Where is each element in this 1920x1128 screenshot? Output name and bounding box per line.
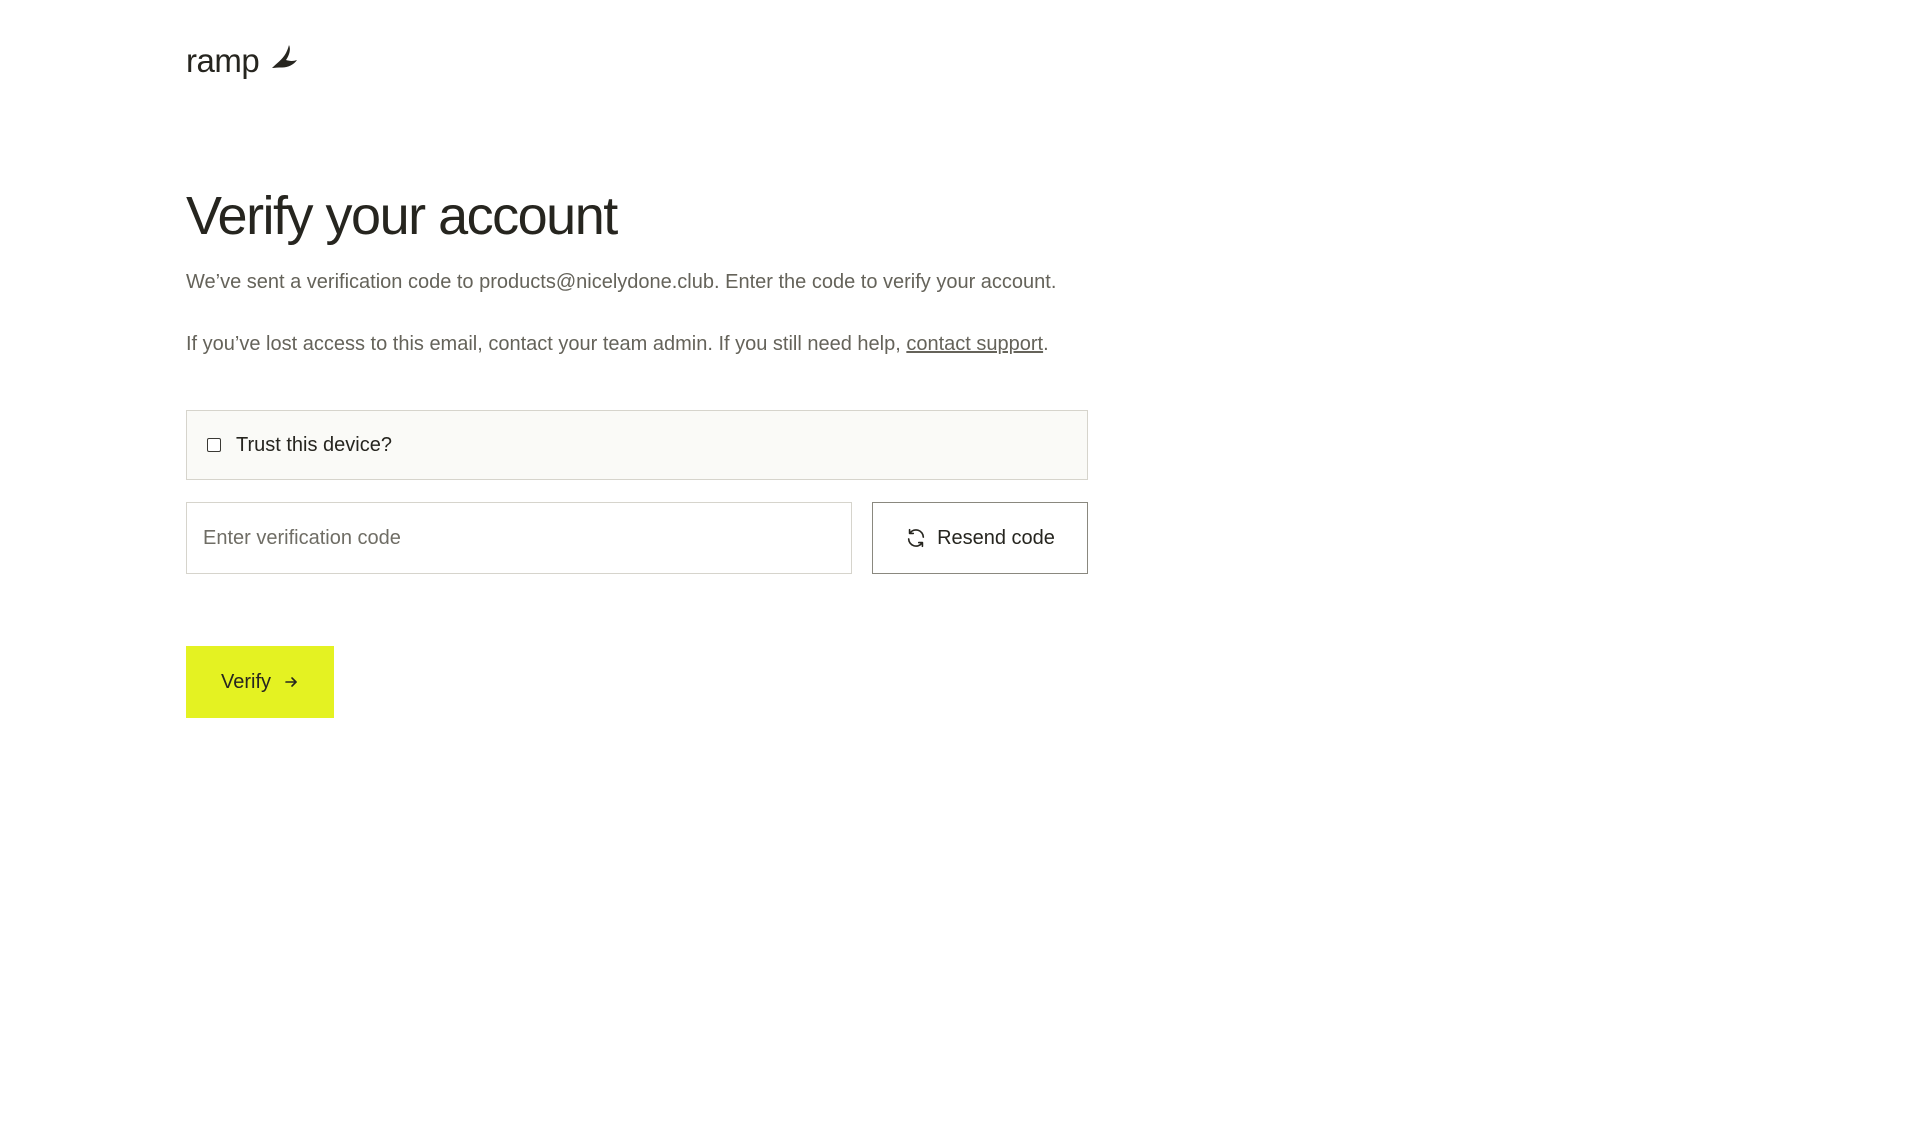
resend-code-label: Resend code — [937, 526, 1055, 549]
help-suffix: . — [1043, 333, 1049, 355]
brand-name: ramp — [186, 42, 260, 79]
verify-button[interactable]: Verify — [186, 646, 334, 718]
trust-device-option[interactable]: Trust this device? — [186, 410, 1088, 480]
verify-form: Verify your account We’ve sent a verific… — [186, 182, 1090, 718]
verify-account-page: ramp Verify your account We’ve sent a ve… — [0, 0, 1920, 1128]
refresh-icon — [907, 528, 925, 548]
resend-code-button[interactable]: Resend code — [872, 502, 1088, 574]
verification-code-input[interactable] — [186, 502, 852, 574]
ramp-logo-icon — [272, 45, 298, 68]
trust-device-label: Trust this device? — [236, 433, 392, 456]
arrow-right-icon — [285, 677, 297, 687]
verify-label: Verify — [220, 670, 272, 693]
contact-support-link[interactable]: contact support — [906, 333, 1043, 355]
brand-logo[interactable]: ramp — [186, 40, 299, 82]
page-title: Verify your account — [186, 186, 618, 246]
help-text: If you’ve lost access to this email, con… — [186, 333, 907, 355]
trust-device-checkbox[interactable] — [207, 438, 221, 452]
verification-sent-message: We’ve sent a verification code to produc… — [186, 271, 1057, 293]
help-message: If you’ve lost access to this email, con… — [186, 330, 1049, 358]
